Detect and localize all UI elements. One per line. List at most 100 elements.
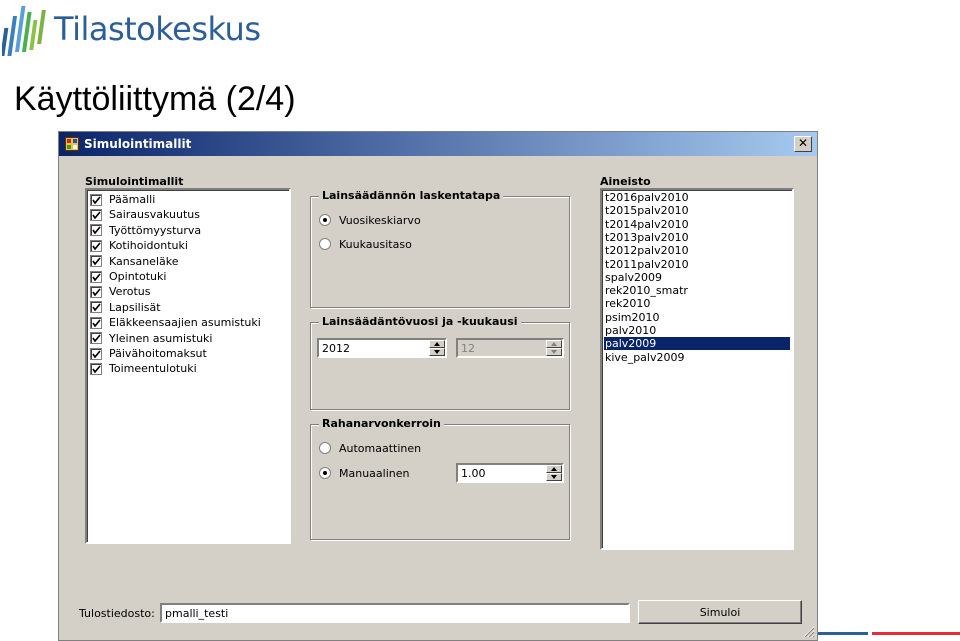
checkbox[interactable] — [90, 255, 102, 268]
model-checkbox-item[interactable]: Toimeentulotuki — [90, 361, 197, 376]
models-label: Simulointimallit — [85, 175, 184, 188]
model-checkbox-item[interactable]: Kansaneläke — [90, 254, 179, 269]
checkmark-icon — [92, 334, 101, 343]
model-checkbox-label: Opintotuki — [109, 270, 167, 283]
checkmark-icon — [92, 288, 101, 297]
checkmark-icon — [92, 365, 101, 374]
dataset-list-item[interactable]: palv2010 — [604, 324, 790, 337]
arrow-down-icon — [434, 350, 440, 354]
dataset-listbox[interactable]: t2016palv2010 t2015palv2010 t2014palv2010 t… — [600, 188, 794, 550]
app-icon — [65, 137, 79, 151]
dataset-list-item[interactable]: t2014palv2010 — [604, 218, 790, 231]
simulate-button[interactable]: Simuloi — [638, 600, 802, 624]
arrow-up-icon — [551, 467, 557, 471]
radio-vuosikeskiarvo[interactable]: Vuosikeskiarvo — [319, 213, 421, 227]
checkbox[interactable] — [90, 270, 102, 283]
model-checkbox-item[interactable]: Päivähoitomaksut — [90, 346, 207, 361]
dataset-list-item[interactable]: spalv2009 — [604, 271, 790, 284]
dataset-list-item[interactable]: t2012palv2010 — [604, 244, 790, 257]
dataset-list-item[interactable]: t2015palv2010 — [604, 204, 790, 217]
arrow-down-icon — [551, 475, 557, 479]
output-file-input[interactable]: pmalli_testi — [160, 603, 630, 623]
models-checklist[interactable]: Päämalli Sairausvakuutus Työttömyysturva Ko… — [85, 188, 291, 544]
radio-automaattinen[interactable]: Automaattinen — [319, 441, 421, 455]
logo-bars-icon — [2, 6, 46, 56]
radio-circle[interactable] — [319, 238, 331, 250]
model-checkbox-item[interactable]: Sairausvakuutus — [90, 207, 200, 222]
year-up-button[interactable] — [429, 340, 445, 348]
model-checkbox-label: Sairausvakuutus — [109, 208, 200, 222]
slide-title: Käyttöliittymä (2/4) — [14, 80, 296, 118]
checkbox[interactable] — [90, 362, 102, 375]
model-checkbox-label: Päämalli — [109, 193, 156, 206]
checkmark-icon — [92, 319, 101, 328]
window-title: Simulointimallit — [84, 137, 192, 151]
radio-label: Vuosikeskiarvo — [339, 213, 421, 227]
radio-label: Kuukausitaso — [339, 237, 412, 251]
radio-manuaalinen[interactable]: Manuaalinen — [319, 466, 409, 480]
model-checkbox-label: Verotus — [109, 285, 151, 299]
model-checkbox-label: Eläkkeensaajien asumistuki — [109, 316, 261, 330]
checkbox[interactable] — [90, 347, 102, 360]
coef-down-button[interactable] — [546, 473, 562, 481]
checkbox[interactable] — [90, 301, 102, 314]
dataset-list-item[interactable]: palv2009 — [604, 337, 790, 351]
month-spinner[interactable]: 12 — [456, 338, 564, 358]
model-checkbox-item[interactable]: Päämalli — [90, 192, 155, 207]
checkbox[interactable] — [90, 332, 102, 345]
accent-line-red — [872, 632, 960, 635]
radio-circle[interactable] — [319, 467, 331, 479]
checkbox[interactable] — [90, 285, 102, 298]
year-spinner[interactable]: 2012 — [317, 338, 447, 358]
model-checkbox-item[interactable]: Yleinen asumistuki — [90, 331, 212, 346]
close-button[interactable]: ✕ — [794, 136, 812, 152]
month-down-button[interactable] — [546, 348, 562, 356]
checkmark-icon — [92, 242, 101, 251]
law-year-title: Lainsäädäntövuosi ja -kuukausi — [319, 315, 521, 328]
checkmark-icon — [92, 272, 101, 281]
model-checkbox-label: Yleinen asumistuki — [109, 331, 213, 345]
dataset-list-item[interactable]: t2011palv2010 — [604, 258, 790, 271]
checkbox[interactable] — [90, 239, 102, 252]
radio-selected-dot — [323, 471, 327, 475]
year-down-button[interactable] — [429, 348, 445, 356]
checkbox[interactable] — [90, 316, 102, 329]
model-checkbox-label: Kansaneläke — [109, 254, 179, 268]
calc-method-group: Lainsäädännön laskentatapa Vuosikeskiarv… — [310, 189, 570, 308]
dataset-list-item[interactable]: t2013palv2010 — [604, 231, 790, 244]
calc-method-title: Lainsäädännön laskentatapa — [319, 189, 504, 202]
coef-up-button[interactable] — [546, 465, 562, 473]
radio-kuukausitaso[interactable]: Kuukausitaso — [319, 237, 412, 251]
coef-spinner[interactable]: 1.00 — [456, 463, 564, 483]
checkmark-icon — [92, 349, 101, 358]
arrow-up-icon — [434, 342, 440, 346]
law-year-group: Lainsäädäntövuosi ja -kuukausi 2012 12 — [310, 315, 570, 410]
month-spin-buttons — [546, 340, 562, 356]
model-checkbox-item[interactable]: Työttömyysturva — [90, 223, 201, 238]
dataset-list-item[interactable]: kive_palv2009 — [604, 351, 790, 364]
month-value: 12 — [461, 342, 475, 355]
model-checkbox-label: Toimeentulotuki — [109, 362, 197, 376]
dataset-label: Aineisto — [600, 175, 651, 188]
model-checkbox-label: Päivähoitomaksut — [109, 347, 207, 360]
checkmark-icon — [92, 226, 101, 235]
checkbox[interactable] — [90, 208, 102, 221]
resize-grip-icon[interactable] — [803, 626, 815, 638]
money-coef-group: Rahanarvonkerroin Automaattinen Manuaali… — [310, 417, 570, 540]
model-checkbox-item[interactable]: Opintotuki — [90, 269, 166, 284]
model-checkbox-item[interactable]: Lapsilisät — [90, 300, 161, 315]
dataset-list-item[interactable]: psim2010 — [604, 311, 790, 324]
model-checkbox-item[interactable]: Eläkkeensaajien asumistuki — [90, 315, 261, 330]
checkbox[interactable] — [90, 224, 102, 237]
checkbox[interactable] — [90, 193, 102, 206]
dataset-list-item[interactable]: rek2010 — [604, 297, 790, 310]
dataset-list-item[interactable]: rek2010_smatr — [604, 284, 790, 297]
month-up-button[interactable] — [546, 340, 562, 348]
radio-circle[interactable] — [319, 442, 331, 454]
dataset-list-item[interactable]: t2016palv2010 — [604, 191, 790, 204]
radio-circle[interactable] — [319, 214, 331, 226]
model-checkbox-item[interactable]: Verotus — [90, 284, 150, 299]
model-checkbox-item[interactable]: Kotihoidontuki — [90, 238, 188, 253]
output-file-label: Tulostiedosto: — [79, 607, 155, 620]
window-titlebar[interactable]: Simulointimallit ✕ — [59, 132, 817, 156]
